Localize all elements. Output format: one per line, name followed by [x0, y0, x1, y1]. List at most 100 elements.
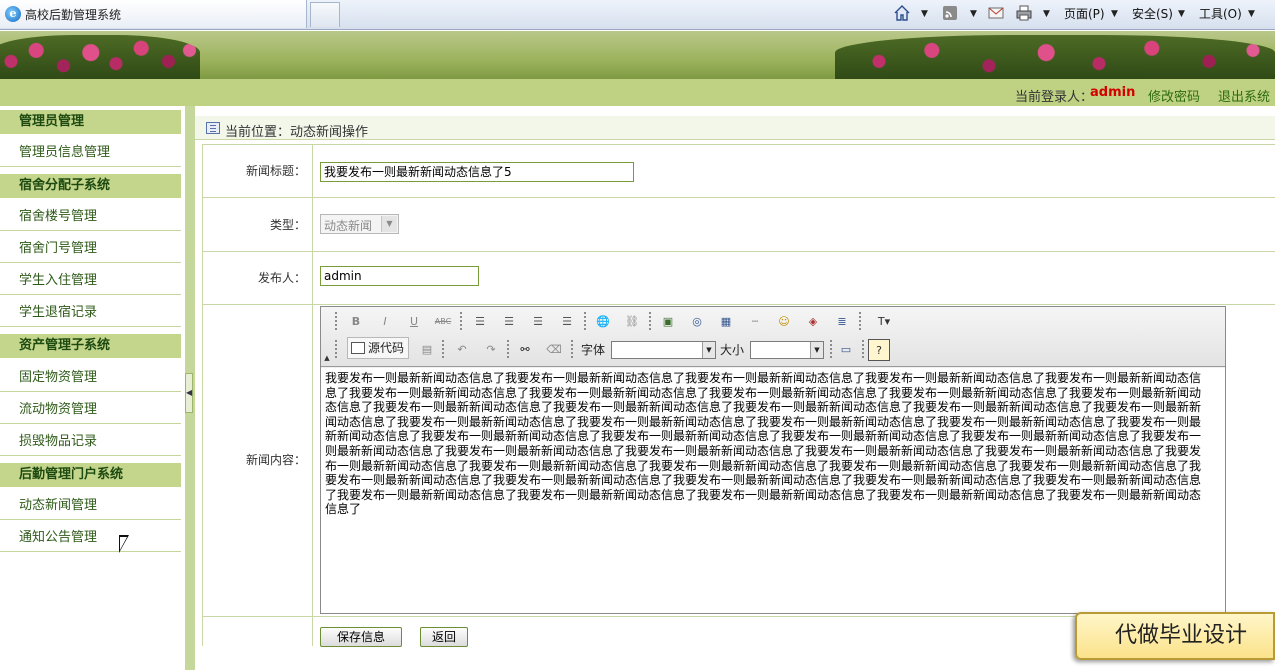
chevron-down-icon: ▼ — [702, 342, 715, 358]
logout-link[interactable]: 退出系统 — [1218, 86, 1270, 105]
feeds-dropdown-icon[interactable]: ▼ — [970, 5, 977, 23]
strikethrough-icon[interactable]: ABC — [432, 311, 454, 333]
insert-link-icon[interactable]: 🌐 — [592, 311, 614, 333]
browser-toolbar: e 高校后勤管理系统 ▼ ▼ ▼ 页面(P) ▼ 安全(S) ▼ 工具(O) ▼ — [0, 0, 1275, 30]
editor-content-area[interactable]: 我要发布一则最新新闻动态信息了我要发布一则最新新闻动态信息了我要发布一则最新新闻… — [321, 368, 1225, 613]
italic-icon[interactable]: I — [374, 311, 396, 333]
toolbar-separator — [859, 312, 861, 332]
insert-flash-icon[interactable]: ◎ — [686, 311, 708, 333]
page-break-icon[interactable]: ≣ — [831, 311, 853, 333]
align-justify-icon[interactable]: ☰ — [556, 311, 578, 333]
type-label: 类型： — [203, 198, 313, 251]
mail-icon[interactable] — [987, 4, 1005, 22]
row-type: 类型： 动态新闻 ▼ — [202, 197, 1275, 251]
underline-icon[interactable]: U — [403, 311, 425, 333]
toolbar-separator — [830, 340, 832, 360]
row-author: 发布人： admin — [202, 251, 1275, 304]
source-code-label: 源代码 — [368, 341, 405, 355]
font-select[interactable]: ▼ — [611, 341, 716, 359]
actions-label-cell — [203, 617, 313, 646]
find-icon[interactable]: ⚯ — [514, 339, 536, 361]
sidebar-item-mobile-assets[interactable]: 流动物资管理 — [0, 396, 181, 424]
menu-page[interactable]: 页面(P) — [1064, 5, 1105, 23]
help-icon[interactable]: ? — [868, 339, 890, 361]
safety-dropdown-icon[interactable]: ▼ — [1178, 5, 1185, 23]
news-type-select[interactable]: 动态新闻 ▼ — [320, 214, 399, 234]
news-title-input[interactable]: 我要发布一则最新新闻动态信息了5 — [320, 162, 634, 182]
menu-tools[interactable]: 工具(O) — [1199, 5, 1242, 23]
sidebar-item-dorm-building[interactable]: 宿舍楼号管理 — [0, 203, 181, 231]
back-button[interactable]: 返回 — [420, 627, 468, 647]
title-label: 新闻标题： — [203, 145, 313, 197]
special-char-icon[interactable]: ◈ — [802, 311, 824, 333]
home-dropdown-icon[interactable]: ▼ — [921, 5, 928, 23]
home-icon[interactable] — [893, 4, 911, 22]
menu-safety[interactable]: 安全(S) — [1132, 5, 1173, 23]
sidebar-section-assets[interactable]: 资产管理子系统 — [0, 334, 181, 358]
toolbar-grip — [335, 340, 337, 360]
login-label: 当前登录人： — [1015, 90, 1094, 105]
toolbar-separator — [584, 312, 586, 332]
paste-icon[interactable]: ▤ — [416, 339, 438, 361]
flower-decoration-right — [835, 35, 1275, 79]
print-dropdown-icon[interactable]: ▼ — [1043, 5, 1050, 23]
news-type-value: 动态新闻 — [324, 219, 373, 233]
flower-decoration-left — [0, 35, 200, 79]
toolbar-separator — [460, 312, 462, 332]
row-content: 新闻内容： B I U ABC ☰ ☰ ☰ ☰ 🌐 ⛓ ▣ ◎ ▦ ┄ ☺ ◈ … — [202, 304, 1275, 616]
sidebar-item-admin-info[interactable]: 管理员信息管理 — [0, 139, 181, 167]
new-tab-button[interactable] — [310, 2, 340, 27]
toolbar-separator — [649, 312, 651, 332]
mouse-cursor-icon — [119, 535, 129, 553]
list-icon — [206, 122, 220, 134]
smiley-icon[interactable]: ☺ — [773, 311, 795, 333]
horizontal-rule-icon[interactable]: ┄ — [744, 311, 766, 333]
unlink-icon[interactable]: ⛓ — [621, 311, 643, 333]
sidebar-item-notices[interactable]: 通知公告管理 — [0, 524, 181, 552]
fullscreen-icon[interactable]: ▭ — [835, 339, 857, 361]
sidebar-item-fixed-assets[interactable]: 固定物资管理 — [0, 364, 181, 392]
author-input[interactable]: admin — [320, 266, 479, 286]
sidebar-section-admin[interactable]: 管理员管理 — [0, 110, 181, 134]
user-info-bar: 当前登录人： admin 修改密码 退出系统 — [0, 79, 1275, 106]
breadcrumb: 当前位置：动态新闻操作 — [195, 116, 1275, 140]
source-code-icon — [351, 342, 365, 354]
save-button[interactable]: 保存信息 — [320, 627, 402, 647]
undo-icon[interactable]: ↶ — [451, 339, 473, 361]
change-password-link[interactable]: 修改密码 — [1148, 86, 1200, 105]
sidebar-collapse-handle[interactable]: ◀ — [185, 373, 193, 413]
browser-tab-title: 高校后勤管理系统 — [25, 8, 122, 22]
print-icon[interactable] — [1015, 4, 1033, 22]
breadcrumb-text: 当前位置：动态新闻操作 — [225, 125, 369, 140]
author-label: 发布人： — [203, 252, 313, 304]
promo-banner[interactable]: 代做毕业设计 — [1075, 612, 1275, 660]
main-content: 当前位置：动态新闻操作 新闻标题： 我要发布一则最新新闻动态信息了5 类型： 动… — [195, 106, 1275, 670]
sidebar-section-portal[interactable]: 后勤管理门户系统 — [0, 463, 181, 487]
sidebar-item-dorm-door[interactable]: 宿舍门号管理 — [0, 235, 181, 263]
page-dropdown-icon[interactable]: ▼ — [1111, 5, 1118, 23]
toolbar-separator — [507, 340, 509, 360]
size-select[interactable]: ▼ — [750, 341, 824, 359]
eraser-icon[interactable]: ⌫ — [543, 339, 565, 361]
rich-text-editor: B I U ABC ☰ ☰ ☰ ☰ 🌐 ⛓ ▣ ◎ ▦ ┄ ☺ ◈ ≣ T▾ ▲… — [320, 306, 1226, 614]
browser-tab-active[interactable]: e 高校后勤管理系统 — [0, 0, 307, 28]
sidebar-item-student-checkout[interactable]: 学生退宿记录 — [0, 299, 181, 327]
align-right-icon[interactable]: ☰ — [527, 311, 549, 333]
source-code-button[interactable]: 源代码 — [347, 337, 409, 359]
toolbar-separator — [862, 340, 864, 360]
text-color-icon[interactable]: T▾ — [867, 311, 901, 333]
editor-toolbar: B I U ABC ☰ ☰ ☰ ☰ 🌐 ⛓ ▣ ◎ ▦ ┄ ☺ ◈ ≣ T▾ ▲… — [321, 307, 1225, 367]
redo-icon[interactable]: ↷ — [480, 339, 502, 361]
feeds-icon[interactable] — [941, 4, 959, 22]
sidebar-item-damaged-items[interactable]: 损毁物品记录 — [0, 428, 181, 456]
align-center-icon[interactable]: ☰ — [498, 311, 520, 333]
insert-image-icon[interactable]: ▣ — [657, 311, 679, 333]
toolbar-collapse-icon[interactable]: ▲ — [321, 347, 333, 369]
tools-dropdown-icon[interactable]: ▼ — [1248, 5, 1255, 23]
insert-table-icon[interactable]: ▦ — [715, 311, 737, 333]
align-left-icon[interactable]: ☰ — [469, 311, 491, 333]
sidebar-item-news[interactable]: 动态新闻管理 — [0, 492, 181, 520]
sidebar-item-student-checkin[interactable]: 学生入住管理 — [0, 267, 181, 295]
sidebar-section-dorm[interactable]: 宿舍分配子系统 — [0, 174, 181, 198]
bold-icon[interactable]: B — [345, 311, 367, 333]
